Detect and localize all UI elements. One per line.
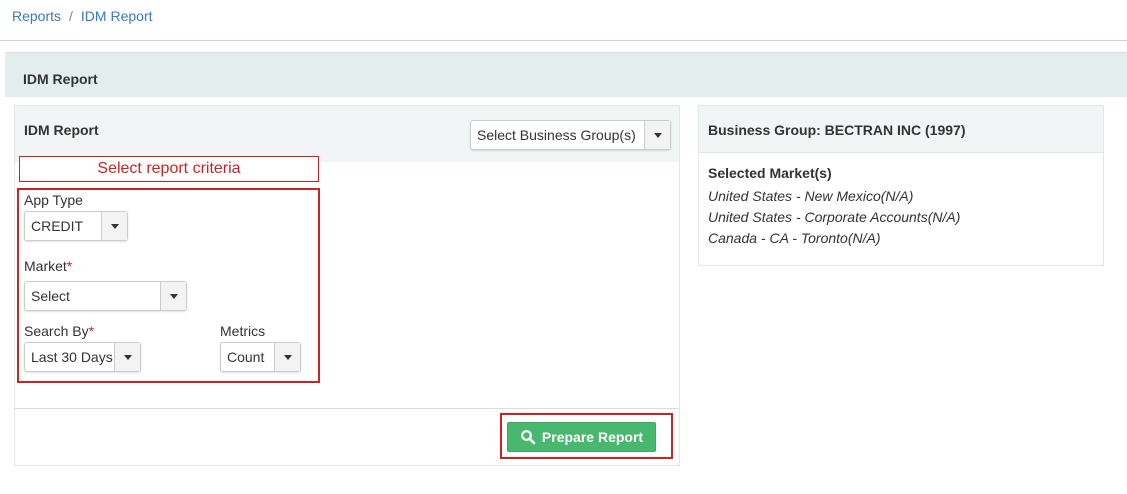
panel-title: IDM Report [24, 122, 99, 138]
search-by-label-text: Search By [24, 323, 89, 339]
prepare-report-label: Prepare Report [541, 429, 644, 445]
required-mark: * [88, 323, 95, 339]
divider [15, 408, 679, 409]
search-by-select[interactable]: Last 30 Days [24, 342, 141, 372]
breadcrumb-separator: / [69, 8, 73, 24]
report-criteria-panel: IDM Report Select Business Group(s) Sele… [14, 105, 680, 466]
panel-header: IDM Report Select Business Group(s) [15, 106, 679, 162]
business-group-panel: Business Group: BECTRAN INC (1997) Selec… [698, 105, 1104, 266]
selected-markets-heading: Selected Market(s) [708, 165, 832, 181]
breadcrumb-current-link[interactable]: IDM Report [81, 8, 153, 24]
business-group-select[interactable]: Select Business Group(s) [470, 120, 671, 150]
required-mark: * [66, 258, 73, 274]
chevron-down-icon[interactable] [274, 343, 300, 371]
search-icon [521, 430, 536, 445]
criteria-annotation-label: Select report criteria [19, 156, 319, 182]
market-label: Market* [24, 258, 72, 274]
page-header: IDM Report [5, 52, 1127, 97]
business-group-title: Business Group: BECTRAN INC (1997) [708, 122, 966, 138]
market-select-value: Select [31, 288, 70, 304]
metrics-select[interactable]: Count [220, 342, 301, 372]
metrics-select-value: Count [227, 349, 265, 365]
page-title: IDM Report [23, 71, 98, 87]
divider [0, 40, 1127, 41]
chevron-down-icon[interactable] [101, 212, 127, 240]
business-group-select-value: Select Business Group(s) [477, 127, 636, 143]
list-item: Canada - CA - Toronto(N/A) [708, 230, 881, 246]
app-type-select-value: CREDIT [31, 218, 84, 234]
app-type-label: App Type [24, 192, 83, 208]
list-item: United States - Corporate Accounts(N/A) [708, 209, 961, 225]
market-select[interactable]: Select [24, 281, 187, 311]
breadcrumb: Reports / IDM Report [12, 8, 153, 24]
chevron-down-icon[interactable] [114, 343, 140, 371]
metrics-label: Metrics [220, 323, 266, 339]
breadcrumb-reports-link[interactable]: Reports [12, 8, 61, 24]
search-by-select-value: Last 30 Days [31, 349, 113, 365]
panel-header: Business Group: BECTRAN INC (1997) [699, 106, 1103, 153]
search-by-label: Search By* [24, 323, 94, 339]
app-type-select[interactable]: CREDIT [24, 211, 128, 241]
chevron-down-icon[interactable] [644, 121, 670, 149]
selected-markets-list: United States - New Mexico(N/A) United S… [708, 186, 960, 249]
chevron-down-icon[interactable] [160, 282, 186, 310]
app-type-label-text: App Type [24, 192, 83, 208]
market-label-text: Market [24, 258, 67, 274]
list-item: United States - New Mexico(N/A) [708, 188, 914, 204]
prepare-report-button[interactable]: Prepare Report [507, 422, 656, 452]
